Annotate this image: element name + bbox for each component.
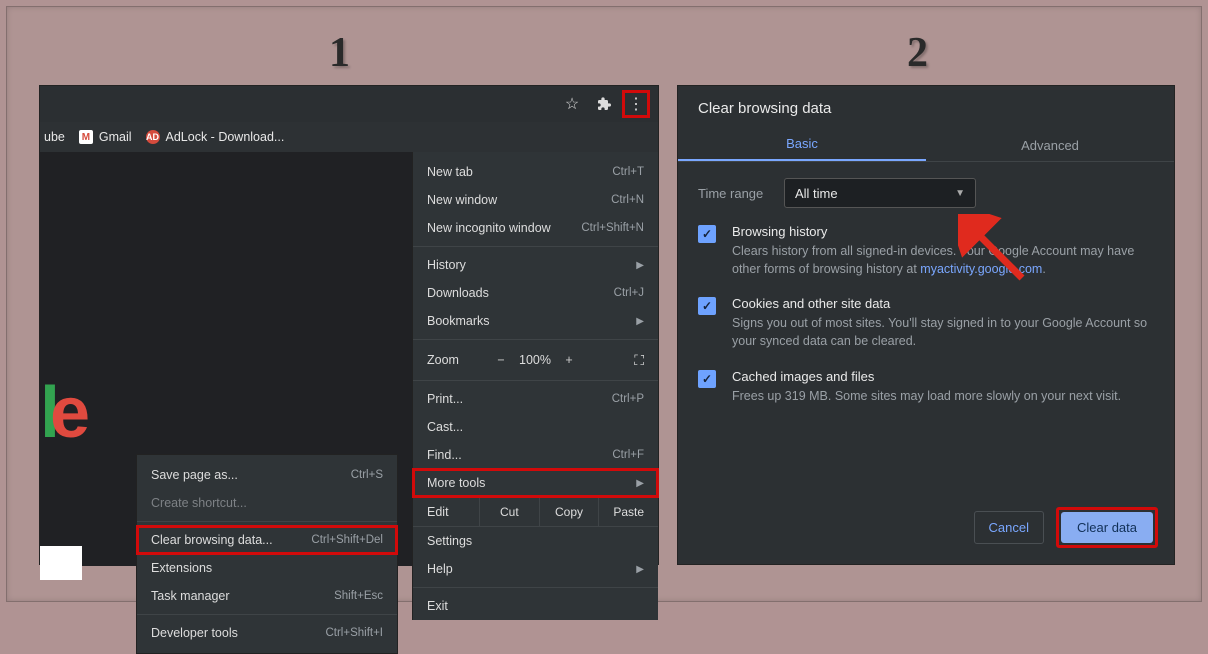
- more-tools-submenu: Save page as...Ctrl+S Create shortcut...…: [136, 454, 398, 654]
- menu-item-cast[interactable]: Cast...: [413, 413, 658, 441]
- menu-item-downloads[interactable]: DownloadsCtrl+J: [413, 279, 658, 307]
- option-cookies: ✓ Cookies and other site data Signs you …: [698, 296, 1154, 350]
- submenu-extensions[interactable]: Extensions: [137, 554, 397, 582]
- menu-item-new-incognito[interactable]: New incognito windowCtrl+Shift+N: [413, 214, 658, 242]
- zoom-value: 100%: [515, 353, 555, 367]
- cancel-button[interactable]: Cancel: [974, 511, 1044, 544]
- checkbox-cached[interactable]: ✓: [698, 370, 716, 388]
- submenu-create-shortcut[interactable]: Create shortcut...: [137, 489, 397, 517]
- gmail-icon: M: [79, 130, 93, 144]
- submenu-clear-browsing-data[interactable]: Clear browsing data...Ctrl+Shift+Del: [137, 526, 397, 554]
- clear-data-highlight: Clear data: [1056, 507, 1158, 548]
- menu-item-bookmarks[interactable]: Bookmarks▶: [413, 307, 658, 335]
- browser-menu-screenshot: ☆ ⋮ ube M Gmail AD AdLock - Download... …: [39, 85, 659, 565]
- step-number-2: 2: [907, 29, 928, 77]
- submenu-developer-tools[interactable]: Developer toolsCtrl+Shift+I: [137, 619, 397, 647]
- bookmark-item-ube[interactable]: ube: [44, 130, 65, 144]
- edit-copy-button[interactable]: Copy: [539, 498, 599, 526]
- menu-item-new-tab[interactable]: New tabCtrl+T: [413, 158, 658, 186]
- edit-paste-button[interactable]: Paste: [598, 498, 658, 526]
- bookmark-item-gmail[interactable]: M Gmail: [79, 130, 132, 144]
- time-range-row: Time range All time ▼: [678, 162, 1174, 214]
- menu-zoom-row: Zoom − 100% + ⛶: [413, 344, 658, 376]
- toolbar: ☆ ⋮: [40, 86, 658, 122]
- dialog-tabs: Basic Advanced: [678, 123, 1174, 161]
- menu-item-print[interactable]: Print...Ctrl+P: [413, 385, 658, 413]
- clear-browsing-data-dialog: Clear browsing data Basic Advanced Time …: [677, 85, 1175, 565]
- option-cached: ✓ Cached images and files Frees up 319 M…: [698, 369, 1154, 405]
- menu-item-history[interactable]: History▶: [413, 251, 658, 279]
- option-browsing-history: ✓ Browsing history Clears history from a…: [698, 224, 1154, 278]
- edit-cut-button[interactable]: Cut: [479, 498, 539, 526]
- menu-item-exit[interactable]: Exit: [413, 592, 658, 620]
- chevron-down-icon: ▼: [955, 188, 965, 199]
- zoom-minus-button[interactable]: −: [487, 353, 515, 367]
- star-icon[interactable]: ☆: [558, 90, 586, 118]
- menu-item-more-tools[interactable]: More tools▶: [413, 469, 658, 497]
- extension-icon[interactable]: [590, 90, 618, 118]
- adlock-icon: AD: [146, 130, 160, 144]
- dialog-buttons: Cancel Clear data: [974, 507, 1158, 548]
- zoom-plus-button[interactable]: +: [555, 353, 583, 367]
- dialog-title: Clear browsing data: [678, 86, 1174, 123]
- chrome-main-menu: New tabCtrl+T New windowCtrl+N New incog…: [412, 152, 658, 620]
- menu-item-settings[interactable]: Settings: [413, 527, 658, 555]
- time-range-select[interactable]: All time ▼: [784, 178, 976, 208]
- page-content: le New tabCtrl+T New windowCtrl+N New in…: [40, 152, 658, 566]
- menu-edit-row: Edit Cut Copy Paste: [413, 497, 658, 527]
- menu-item-new-window[interactable]: New windowCtrl+N: [413, 186, 658, 214]
- tab-advanced[interactable]: Advanced: [926, 138, 1174, 161]
- options-list: ✓ Browsing history Clears history from a…: [678, 214, 1174, 427]
- submenu-task-manager[interactable]: Task managerShift+Esc: [137, 582, 397, 610]
- myactivity-link[interactable]: myactivity.google.com: [920, 262, 1042, 276]
- bookmark-item-adlock[interactable]: AD AdLock - Download...: [146, 130, 285, 144]
- bookmarks-bar: ube M Gmail AD AdLock - Download...: [40, 122, 658, 152]
- menu-item-help[interactable]: Help▶: [413, 555, 658, 583]
- search-box-fragment: [40, 546, 82, 580]
- checkbox-cookies[interactable]: ✓: [698, 297, 716, 315]
- google-logo-fragment: le: [40, 372, 86, 454]
- tab-basic[interactable]: Basic: [678, 136, 926, 161]
- submenu-save-page[interactable]: Save page as...Ctrl+S: [137, 461, 397, 489]
- menu-item-find[interactable]: Find...Ctrl+F: [413, 441, 658, 469]
- step-number-1: 1: [329, 29, 350, 77]
- time-range-label: Time range: [698, 186, 784, 201]
- fullscreen-icon[interactable]: ⛶: [634, 352, 644, 369]
- kebab-menu-icon[interactable]: ⋮: [622, 90, 650, 118]
- clear-data-button[interactable]: Clear data: [1061, 512, 1153, 543]
- checkbox-browsing-history[interactable]: ✓: [698, 225, 716, 243]
